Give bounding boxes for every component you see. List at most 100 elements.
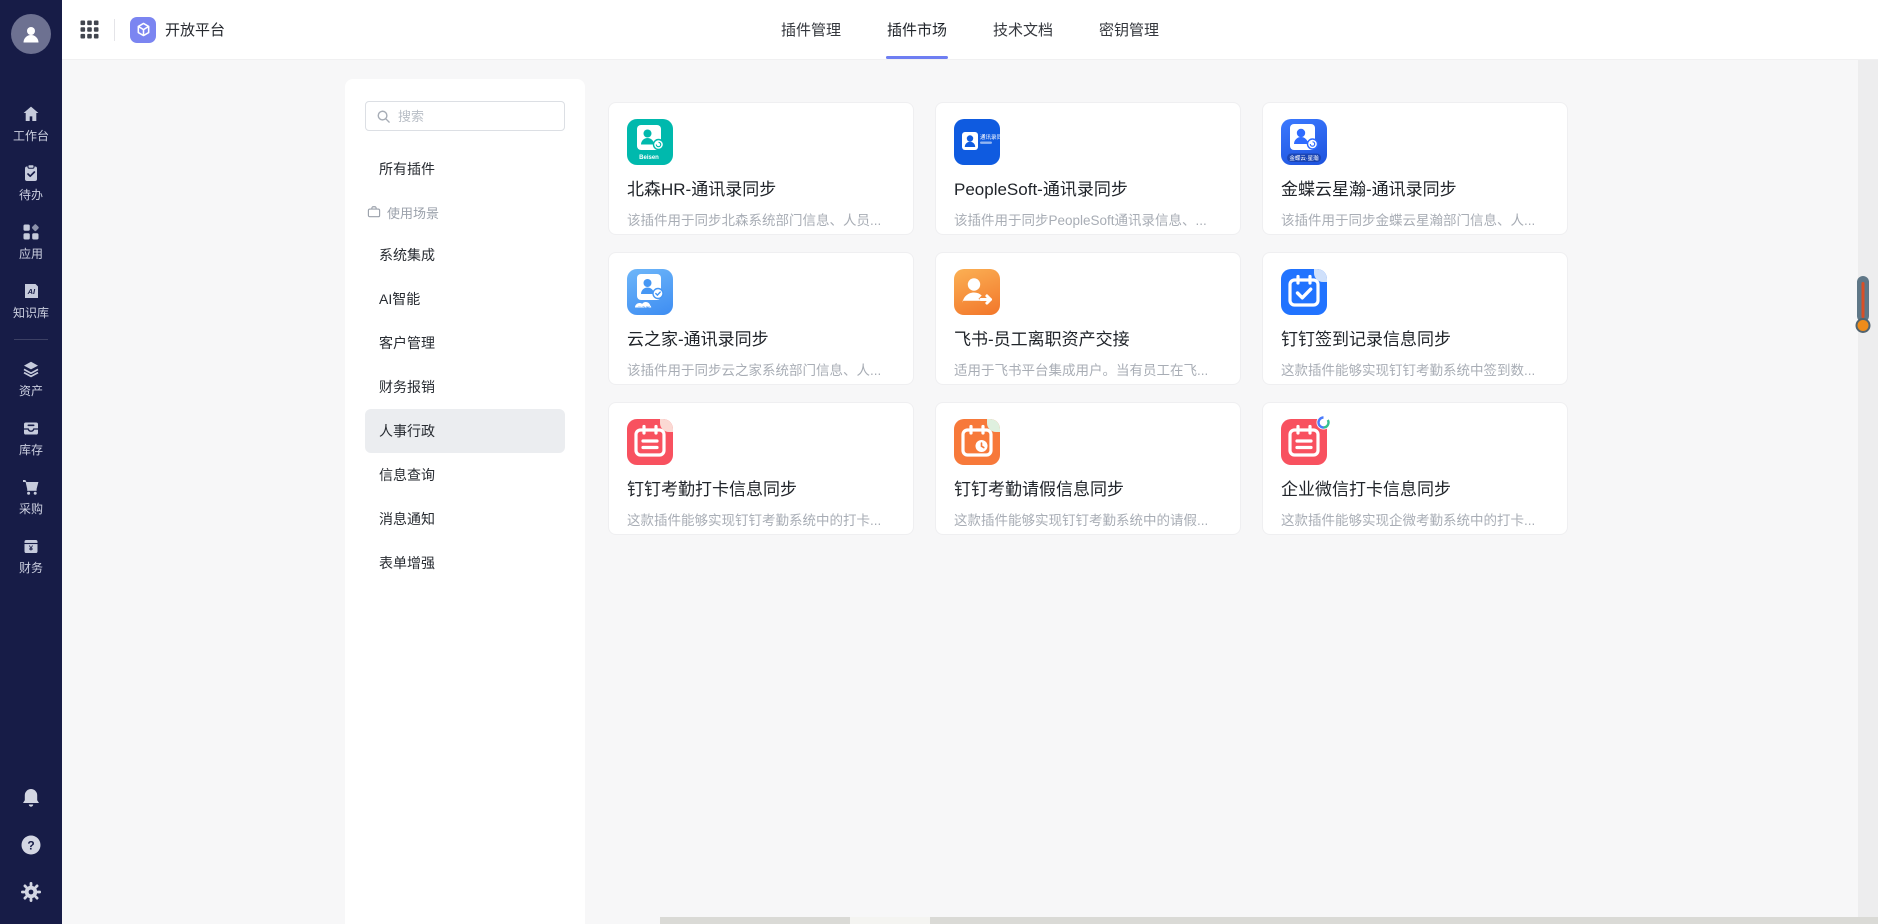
wecom-logo-badge xyxy=(1316,415,1331,430)
procurement-cart-icon xyxy=(21,477,41,497)
content: 所有插件 使用场景 系统集成 AI智能 客户管理 财务报销 人事行政 信息查询 … xyxy=(62,60,1878,924)
todo-clipboard-icon xyxy=(21,163,41,183)
app-launcher-waffle-icon[interactable] xyxy=(80,20,99,39)
sidebar-item-workbench[interactable]: 工作台 xyxy=(0,94,62,153)
category-form-enhance[interactable]: 表单增强 xyxy=(365,541,565,585)
brand[interactable]: 开放平台 xyxy=(130,17,225,43)
tab-key-management[interactable]: 密钥管理 xyxy=(1099,0,1159,59)
sidebar: 工作台 待办 应用 AI 知识库 xyxy=(0,0,62,924)
knowledge-ai-book-icon: AI xyxy=(21,281,41,301)
scroll-thermometer-indicator[interactable] xyxy=(1856,276,1870,334)
vertical-scrollbar-track[interactable] xyxy=(1858,60,1878,917)
notification-bell-icon[interactable] xyxy=(19,786,43,810)
plugin-desc: 这款插件能够实现企微考勤系统中的打卡... xyxy=(1281,509,1549,529)
sidebar-item-assets[interactable]: 资产 xyxy=(0,349,62,408)
plugin-desc: 这款插件能够实现钉钉考勤系统中的请假... xyxy=(954,509,1222,529)
plugin-title: 北森HR-通讯录同步 xyxy=(627,175,895,200)
plugin-desc: 该插件用于同步云之家系统部门信息、人... xyxy=(627,359,895,379)
topbar-tabs: 插件管理 插件市场 技术文档 密钥管理 xyxy=(781,0,1159,59)
open-platform-cube-icon xyxy=(130,17,156,43)
search-box xyxy=(365,101,565,131)
peoplesoft-contacts-icon: 通讯录同步 xyxy=(954,119,1000,165)
plugin-card[interactable]: 通讯录同步 PeopleSoft-通讯录同步 该插件用于同步PeopleSoft… xyxy=(935,102,1241,235)
sidebar-item-label: 知识库 xyxy=(13,307,49,319)
plugin-desc: 该插件用于同步金蝶云星瀚部门信息、人... xyxy=(1281,209,1549,229)
plugin-title: 钉钉签到记录信息同步 xyxy=(1281,325,1549,350)
plugin-desc: 该插件用于同步PeopleSoft通讯录信息、... xyxy=(954,209,1222,229)
feishu-offboarding-icon xyxy=(954,269,1000,315)
category-ai[interactable]: AI智能 xyxy=(365,277,565,321)
plugin-title: 钉钉考勤打卡信息同步 xyxy=(627,475,895,500)
main-area: 开放平台 插件管理 插件市场 技术文档 密钥管理 所有插 xyxy=(62,0,1878,924)
avatar[interactable] xyxy=(11,14,51,54)
sidebar-item-todo[interactable]: 待办 xyxy=(0,153,62,212)
tab-plugin-management[interactable]: 插件管理 xyxy=(781,0,841,59)
svg-text:AI: AI xyxy=(27,287,36,296)
kingdee-contacts-icon: 金蝶云·星瀚 xyxy=(1281,119,1327,165)
plugin-title: 企业微信打卡信息同步 xyxy=(1281,475,1549,500)
settings-gear-icon[interactable] xyxy=(19,880,43,904)
category-info-query[interactable]: 信息查询 xyxy=(365,453,565,497)
sidebar-item-label: 采购 xyxy=(19,503,43,515)
search-input[interactable] xyxy=(398,109,554,124)
topbar: 开放平台 插件管理 插件市场 技术文档 密钥管理 xyxy=(62,0,1878,60)
apps-grid-icon xyxy=(21,222,41,242)
plugin-card[interactable]: 钉钉签到记录信息同步 这款插件能够实现钉钉考勤系统中签到数... xyxy=(1262,252,1568,385)
tab-tech-docs[interactable]: 技术文档 xyxy=(993,0,1053,59)
plugin-card[interactable]: 云之家 云之家-通讯录同步 该插件用于同步云之家系统部门信息、人... xyxy=(608,252,914,385)
dingtalk-checkin-calendar-icon xyxy=(1281,269,1327,315)
sidebar-item-label: 资产 xyxy=(19,385,43,397)
category-finance-expense[interactable]: 财务报销 xyxy=(365,365,565,409)
category-system-integration[interactable]: 系统集成 xyxy=(365,233,565,277)
sidebar-item-label: 财务 xyxy=(19,562,43,574)
category-list: 所有插件 使用场景 系统集成 AI智能 客户管理 财务报销 人事行政 信息查询 … xyxy=(365,147,565,585)
beisen-contacts-icon: Beisen xyxy=(627,119,673,165)
dingtalk-leave-calendar-icon xyxy=(954,419,1000,465)
sidebar-divider xyxy=(14,339,48,340)
all-plugins-item[interactable]: 所有插件 xyxy=(365,147,565,191)
filter-panel: 所有插件 使用场景 系统集成 AI智能 客户管理 财务报销 人事行政 信息查询 … xyxy=(345,79,585,924)
svg-text:通讯录同步: 通讯录同步 xyxy=(980,133,1000,141)
sidebar-nav: 工作台 待办 应用 AI 知识库 xyxy=(0,94,62,585)
plugin-card[interactable]: 钉钉考勤请假信息同步 这款插件能够实现钉钉考勤系统中的请假... xyxy=(935,402,1241,535)
sidebar-item-finance[interactable]: ¥ 财务 xyxy=(0,526,62,585)
plugin-card[interactable]: Beisen 北森HR-通讯录同步 该插件用于同步北森系统部门信息、人员... xyxy=(608,102,914,235)
sidebar-item-inventory[interactable]: 库存 xyxy=(0,408,62,467)
horizontal-scrollbar-thumb[interactable] xyxy=(850,917,930,924)
category-message-notify[interactable]: 消息通知 xyxy=(365,497,565,541)
svg-text:云之家: 云之家 xyxy=(637,305,650,312)
home-icon xyxy=(21,104,41,124)
sidebar-bottom: ? xyxy=(19,786,43,924)
category-hr-admin[interactable]: 人事行政 xyxy=(365,409,565,453)
page-title: 开放平台 xyxy=(165,19,225,40)
plugin-desc: 这款插件能够实现钉钉考勤系统中的打卡... xyxy=(627,509,895,529)
help-question-icon[interactable]: ? xyxy=(19,833,43,857)
plugin-card[interactable]: 钉钉考勤打卡信息同步 这款插件能够实现钉钉考勤系统中的打卡... xyxy=(608,402,914,535)
plugin-card-grid: Beisen 北森HR-通讯录同步 该插件用于同步北森系统部门信息、人员... … xyxy=(608,102,1568,535)
plugin-card[interactable]: 企业微信打卡信息同步 这款插件能够实现企微考勤系统中的打卡... xyxy=(1262,402,1568,535)
topbar-divider xyxy=(114,19,115,41)
sidebar-item-knowledge[interactable]: AI 知识库 xyxy=(0,271,62,330)
category-customer-management[interactable]: 客户管理 xyxy=(365,321,565,365)
plugin-card[interactable]: 飞书-员工离职资产交接 适用于飞书平台集成用户。当有员工在飞... xyxy=(935,252,1241,385)
plugin-card[interactable]: 金蝶云·星瀚 金蝶云星瀚-通讯录同步 该插件用于同步金蝶云星瀚部门信息、人... xyxy=(1262,102,1568,235)
user-icon xyxy=(19,22,43,46)
horizontal-scrollbar[interactable] xyxy=(660,917,1878,924)
svg-text:Beisen: Beisen xyxy=(639,155,659,161)
plugin-title: 钉钉考勤请假信息同步 xyxy=(954,475,1222,500)
yunzhijia-contacts-icon: 云之家 xyxy=(627,269,673,315)
plugin-desc: 该插件用于同步北森系统部门信息、人员... xyxy=(627,209,895,229)
sidebar-item-apps[interactable]: 应用 xyxy=(0,212,62,271)
wecom-punch-calendar-icon xyxy=(1281,419,1327,465)
svg-text:?: ? xyxy=(27,838,34,852)
sidebar-item-label: 库存 xyxy=(19,444,43,456)
plugin-title: 金蝶云星瀚-通讯录同步 xyxy=(1281,175,1549,200)
assets-layers-icon xyxy=(21,359,41,379)
usage-scenario-section: 使用场景 xyxy=(365,191,565,233)
tab-plugin-market[interactable]: 插件市场 xyxy=(887,0,947,59)
sidebar-item-procurement[interactable]: 采购 xyxy=(0,467,62,526)
plugin-desc: 这款插件能够实现钉钉考勤系统中签到数... xyxy=(1281,359,1549,379)
sidebar-item-label: 工作台 xyxy=(13,130,49,142)
inventory-box-icon xyxy=(21,418,41,438)
app-window: 工作台 待办 应用 AI 知识库 xyxy=(0,0,1878,924)
